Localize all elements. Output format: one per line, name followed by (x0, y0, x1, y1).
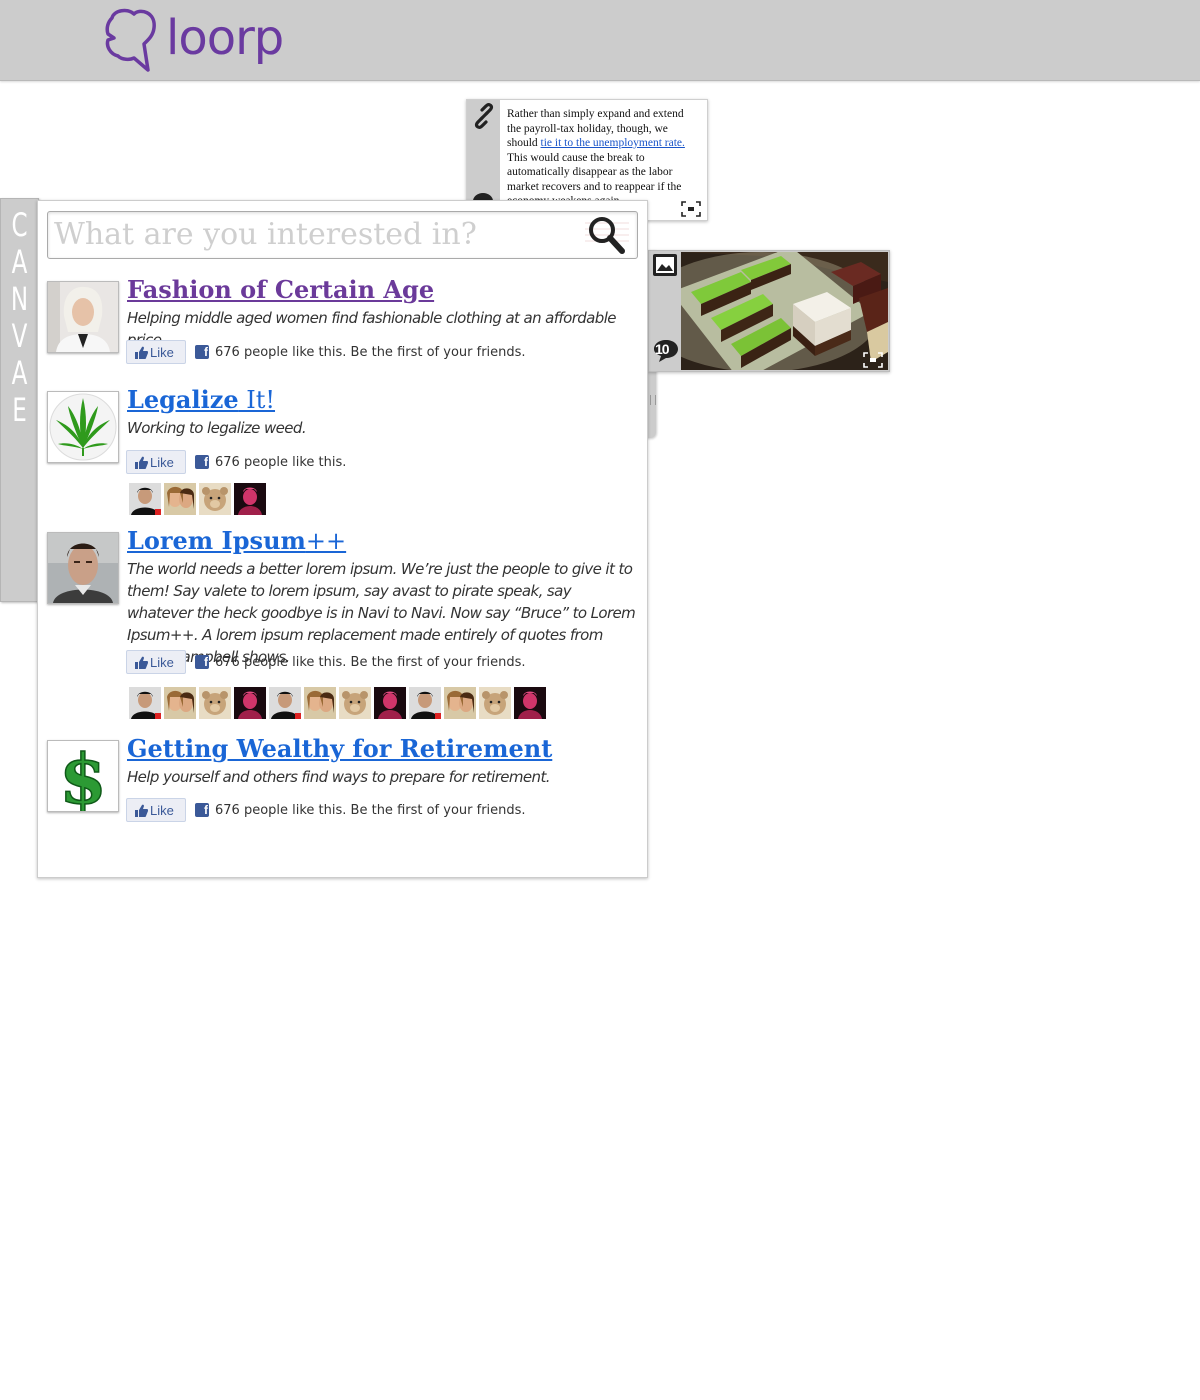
comment-count: 10 (655, 341, 670, 357)
item-title-link[interactable]: Getting Wealthy for Retirement (127, 734, 552, 764)
friend-avatars (129, 483, 269, 515)
image-card[interactable]: 10 (648, 250, 890, 372)
canvae-letter: V (11, 317, 28, 355)
list-item: $ Getting Wealthy for Retirement Help yo… (47, 734, 637, 840)
item-title-suffix: It! (238, 386, 276, 414)
like-count-text: 676 people like this. Be the first of yo… (215, 654, 526, 670)
search-box[interactable] (47, 211, 638, 259)
thumbs-up-icon (135, 656, 148, 669)
expand-icon[interactable] (681, 201, 701, 217)
like-row: Like f 676 people like this. Be the firs… (126, 340, 526, 364)
friend-avatar[interactable] (409, 687, 441, 719)
friend-avatar[interactable] (199, 687, 231, 719)
item-title-suffix: ++ (305, 527, 347, 555)
friend-avatars (129, 687, 549, 719)
like-count-text: 676 people like this. Be the first of yo… (215, 344, 526, 360)
quote-text-after: This would cause the break to automatica… (507, 151, 682, 208)
facebook-icon: f (195, 455, 209, 469)
friend-avatar[interactable] (129, 687, 161, 719)
facebook-icon: f (195, 345, 209, 359)
like-count-text: 676 people like this. (215, 454, 347, 470)
search-input[interactable] (54, 216, 574, 252)
resize-grip-icon[interactable] (650, 395, 656, 405)
like-row: Like f 676 people like this. Be the firs… (126, 798, 526, 822)
list-item: Legalize It! Working to legalize weed. L… (47, 385, 637, 521)
friend-avatar[interactable] (199, 483, 231, 515)
like-button[interactable]: Like (126, 340, 186, 364)
like-row: Like f 676 people like this. (126, 450, 346, 474)
expand-image-icon[interactable] (863, 352, 883, 368)
friend-avatar[interactable] (129, 483, 161, 515)
friend-avatar[interactable] (164, 687, 196, 719)
friend-avatar[interactable] (374, 687, 406, 719)
quote-link[interactable]: tie it to the unemployment rate. (541, 137, 685, 149)
facebook-icon: f (195, 803, 209, 817)
friend-avatar[interactable] (164, 483, 196, 515)
canvae-side-tab[interactable]: C A N V A E (0, 198, 39, 602)
canvae-letters: C A N V A E (1, 207, 38, 429)
friend-avatar[interactable] (514, 687, 546, 719)
logo-wordmark: loorp (166, 10, 284, 66)
thumbs-up-icon (135, 804, 148, 817)
like-button[interactable]: Like (126, 450, 186, 474)
item-description: Working to legalize weed. (127, 419, 307, 437)
list-item: Fashion of Certain Age Helping middle ag… (47, 275, 637, 381)
item-thumbnail[interactable] (47, 532, 119, 604)
like-button[interactable]: Like (126, 798, 186, 822)
canvae-letter: E (12, 391, 27, 429)
friend-avatar[interactable] (479, 687, 511, 719)
item-title-link[interactable]: Fashion of Certain Age (127, 275, 434, 305)
friend-avatar[interactable] (444, 687, 476, 719)
friend-avatar[interactable] (304, 687, 336, 719)
canvae-letter: N (10, 280, 29, 318)
item-title-link[interactable]: Legalize It! (127, 385, 275, 415)
like-button-label: Like (150, 802, 174, 818)
like-count-text: 676 people like this. Be the first of yo… (215, 802, 526, 818)
friend-avatar[interactable] (269, 687, 301, 719)
item-thumbnail[interactable] (47, 281, 119, 353)
thumbs-up-icon (135, 456, 148, 469)
link-icon (474, 103, 494, 129)
item-thumbnail[interactable] (47, 391, 119, 463)
dessert-photo[interactable] (681, 252, 888, 370)
logo-mark-icon (105, 8, 156, 72)
like-button[interactable]: Like (126, 650, 186, 674)
friend-avatar[interactable] (339, 687, 371, 719)
quote-text: Rather than simply expand and extend the… (507, 107, 697, 207)
item-title-link[interactable]: Lorem Ipsum++ (127, 526, 346, 556)
top-header: loorp (0, 0, 1200, 81)
facebook-icon: f (195, 655, 209, 669)
canvae-letter: A (11, 354, 28, 392)
svg-text:$: $ (59, 741, 106, 811)
search-icon[interactable] (585, 215, 629, 255)
like-button-label: Like (150, 454, 174, 470)
list-item: Lorem Ipsum++ The world needs a better l… (47, 526, 637, 732)
like-button-label: Like (150, 344, 174, 360)
like-row: Like f 676 people like this. Be the firs… (126, 650, 526, 674)
image-icon (653, 254, 677, 276)
friend-avatar[interactable] (234, 687, 266, 719)
loorp-logo[interactable]: loorp (104, 8, 284, 74)
like-button-label: Like (150, 654, 174, 670)
friend-avatar[interactable] (234, 483, 266, 515)
item-title-main: Lorem Ipsum (127, 526, 306, 555)
canvae-letter: A (11, 243, 28, 281)
thumbs-up-icon (135, 346, 148, 359)
item-title-main: Legalize (127, 385, 239, 414)
item-description: Help yourself and others find ways to pr… (127, 768, 551, 786)
canvae-letter: C (11, 206, 28, 244)
item-thumbnail[interactable]: $ (47, 740, 119, 812)
main-panel: Fashion of Certain Age Helping middle ag… (37, 200, 648, 878)
